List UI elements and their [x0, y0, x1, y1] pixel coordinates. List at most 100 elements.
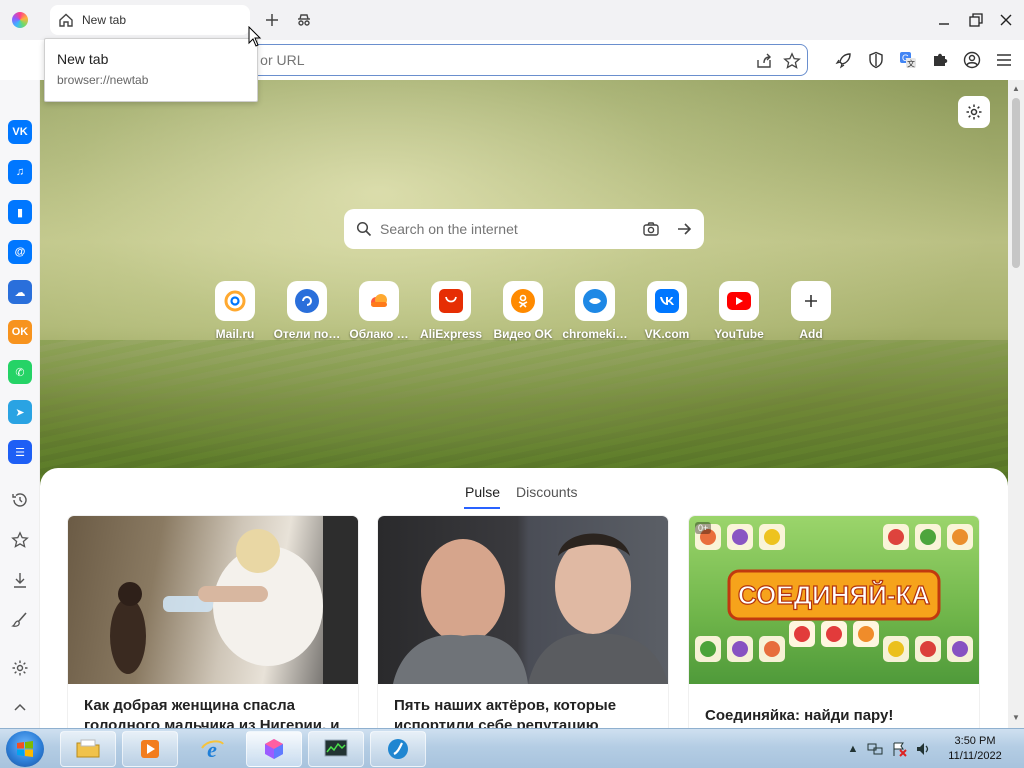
ostrovok-icon	[295, 289, 319, 313]
sidebar-app-cloud-icon[interactable]: ☁	[8, 280, 32, 304]
quick-link[interactable]: Mail.ru	[200, 281, 270, 341]
scroll-thumb[interactable]	[1012, 98, 1020, 268]
news-card[interactable]: Как добрая женщина спасла голодного маль…	[68, 516, 358, 728]
minimize-button[interactable]	[932, 8, 956, 32]
incognito-icon[interactable]	[294, 10, 314, 30]
media-player-taskbar-button[interactable]	[122, 731, 178, 767]
news-image	[378, 516, 668, 684]
clock-time: 3:50 PM	[954, 735, 996, 747]
game-card[interactable]: СОЕДИНЯЙ-КА 0+ Соединяйка: найди пару!	[689, 516, 979, 728]
tab-new-tab[interactable]: New tab	[50, 5, 250, 35]
quick-link-label: YouTube	[714, 327, 764, 341]
tooltip-url: browser://newtab	[57, 73, 149, 87]
menu-hamburger-icon[interactable]	[994, 50, 1014, 70]
page-settings-button[interactable]	[958, 96, 990, 128]
network-icon[interactable]	[867, 741, 883, 757]
quick-link-tile[interactable]	[647, 281, 687, 321]
sidebar-app-vk-icon[interactable]: VK	[8, 120, 32, 144]
news-image	[68, 516, 358, 684]
page-scrollbar[interactable]: ▲ ▼	[1008, 80, 1024, 728]
active-tab-indicator	[464, 507, 500, 509]
sidebar-app-ok-icon[interactable]: OK	[8, 320, 32, 344]
profile-icon[interactable]	[962, 50, 982, 70]
volume-icon[interactable]	[915, 741, 931, 757]
action-center-flag-icon[interactable]	[891, 741, 907, 757]
aliexpress-icon	[439, 289, 463, 313]
cloud-icon	[367, 289, 391, 313]
clock-date: 11/11/2022	[948, 750, 1002, 762]
scroll-up-arrow-icon[interactable]: ▲	[1012, 85, 1020, 93]
quick-link-tile[interactable]	[719, 281, 759, 321]
quick-link-tile[interactable]	[359, 281, 399, 321]
sidebar-app-music-icon[interactable]: ♫	[8, 160, 32, 184]
quick-link[interactable]: Add	[776, 281, 846, 341]
sidebar-app-stats-icon[interactable]: ▮	[8, 200, 32, 224]
bookmark-star-icon[interactable]	[782, 51, 802, 71]
mouse-cursor-icon	[248, 26, 262, 47]
quick-link[interactable]: VK.com	[632, 281, 702, 341]
news-title: Как добрая женщина спасла голодного маль…	[84, 697, 340, 728]
sidebar-app-whatsapp-icon[interactable]: ✆	[8, 360, 32, 384]
settings-gear-icon[interactable]	[10, 658, 30, 678]
shield-icon[interactable]	[866, 50, 886, 70]
plus-icon	[799, 289, 823, 313]
sidebar: VK ♫ ▮ @ ☁ OK ✆ ➤ ☰	[0, 80, 40, 728]
explorer-taskbar-button[interactable]	[60, 731, 116, 767]
quick-link[interactable]: Отели по…	[272, 281, 342, 341]
chromekit-icon	[583, 289, 607, 313]
quick-link-label: VK.com	[644, 327, 690, 341]
quick-link-tile[interactable]	[431, 281, 471, 321]
collapse-chevron-up-icon[interactable]	[10, 698, 30, 718]
quick-link-label: AliExpress	[419, 327, 483, 341]
quick-link-tile[interactable]	[791, 281, 831, 321]
history-icon[interactable]	[10, 490, 30, 510]
camera-icon[interactable]	[641, 219, 661, 239]
quick-link-label: Add	[799, 327, 823, 341]
extensions-puzzle-icon[interactable]	[930, 50, 950, 70]
app-taskbar-button[interactable]	[370, 731, 426, 767]
scroll-down-arrow-icon[interactable]: ▼	[1012, 714, 1020, 722]
quick-link[interactable]: YouTube	[704, 281, 774, 341]
search-input[interactable]	[380, 209, 630, 249]
downloads-icon[interactable]	[10, 570, 30, 590]
sidebar-app-mail-icon[interactable]: @	[8, 240, 32, 264]
game-logo-text: СОЕДИНЯЙ-КА	[738, 580, 931, 610]
search-box[interactable]	[344, 209, 704, 249]
quick-link[interactable]: AliExpress	[416, 281, 486, 341]
tray-expand-icon[interactable]: ▲	[845, 741, 861, 757]
browser-taskbar-button[interactable]	[246, 731, 302, 767]
quick-link-tile[interactable]	[503, 281, 543, 321]
quick-link-tile[interactable]	[575, 281, 615, 321]
news-title: Пять наших актёров, которые испортили се…	[394, 697, 617, 728]
system-clock[interactable]: 3:50 PM 11/11/2022	[940, 734, 1010, 764]
address-bar[interactable]	[240, 44, 808, 76]
quick-link[interactable]: Облако …	[344, 281, 414, 341]
bookmarks-star-icon[interactable]	[10, 530, 30, 550]
internet-explorer-taskbar-button[interactable]: e	[184, 731, 240, 767]
start-button[interactable]	[6, 731, 44, 767]
quick-link[interactable]: chromeki…	[560, 281, 630, 341]
news-feed: Pulse Discounts Как добрая женщина спасл	[40, 468, 1008, 728]
new-tab-button[interactable]	[262, 10, 282, 30]
rocket-icon[interactable]	[834, 50, 854, 70]
restore-button[interactable]	[964, 8, 988, 32]
brush-icon[interactable]	[10, 610, 30, 630]
share-icon[interactable]	[754, 51, 774, 71]
quick-link[interactable]: Видео OK	[488, 281, 558, 341]
browser-logo-icon[interactable]	[12, 12, 28, 28]
sidebar-app-tasks-icon[interactable]: ☰	[8, 440, 32, 464]
quick-link-label: Видео OK	[493, 327, 553, 341]
arrow-right-icon[interactable]	[674, 219, 694, 239]
translate-icon[interactable]: G文	[898, 50, 918, 70]
task-manager-taskbar-button[interactable]	[308, 731, 364, 767]
home-icon	[58, 12, 74, 28]
tab-discounts[interactable]: Discounts	[516, 484, 577, 500]
quick-link-tile[interactable]	[215, 281, 255, 321]
ok-icon	[511, 289, 535, 313]
news-card[interactable]: Пять наших актёров, которые испортили се…	[378, 516, 668, 728]
quick-link-tile[interactable]	[287, 281, 327, 321]
close-button[interactable]	[994, 8, 1018, 32]
sidebar-app-telegram-icon[interactable]: ➤	[8, 400, 32, 424]
address-input[interactable]	[241, 45, 731, 74]
tab-pulse[interactable]: Pulse	[465, 484, 500, 500]
